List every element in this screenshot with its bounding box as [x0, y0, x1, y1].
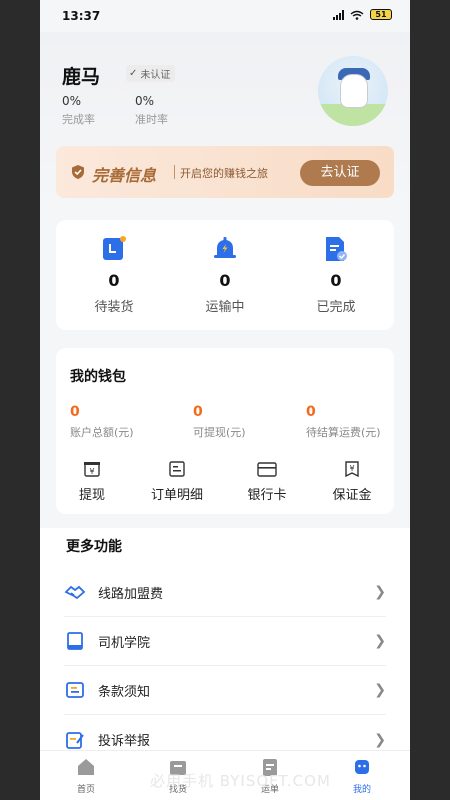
wallet-amount-label: 待结算运费(元): [306, 426, 381, 439]
menu-item-label: 投诉举报: [98, 734, 151, 749]
phone-screen: 13:37 51 鹿马 ✓ 未认证 0% 完成率 0% 准时率 完善信息 开启您…: [40, 0, 410, 800]
wallet-amount-label: 账户总额(元): [70, 426, 134, 439]
stat-label: 准时率: [135, 113, 168, 126]
menu-item-terms[interactable]: 条款须知 ❯: [64, 666, 386, 715]
wallet-action-bank-card[interactable]: 银行卡: [225, 460, 309, 503]
profile-icon: [355, 760, 369, 774]
more-features-title: 更多功能: [66, 539, 122, 555]
order-label: 运输中: [205, 300, 245, 315]
status-icons: 51: [333, 9, 392, 20]
more-features-section: 更多功能 线路加盟费 ❯ 司机学院 ❯ 条款须知 ❯ 投诉举报 ❯: [40, 528, 410, 758]
tab-mine[interactable]: 我的: [332, 757, 392, 795]
order-count: 0: [219, 271, 231, 290]
verify-button[interactable]: 去认证: [300, 160, 380, 186]
deposit-icon: ¥: [345, 461, 359, 478]
stat-ontime: 0% 准时率: [135, 94, 168, 127]
verify-badge[interactable]: ✓ 未认证: [126, 65, 176, 82]
chevron-right-icon: ❯: [374, 633, 386, 649]
avatar[interactable]: [318, 56, 388, 126]
bell-icon: [214, 237, 236, 258]
user-name: 鹿马: [62, 66, 101, 88]
wallet-title: 我的钱包: [70, 369, 126, 385]
order-count: 0: [108, 271, 120, 290]
terms-icon: [66, 682, 84, 698]
menu-item-driver-academy[interactable]: 司机学院 ❯: [64, 617, 386, 666]
order-completed[interactable]: 0 已完成: [280, 234, 392, 315]
home-icon: [78, 759, 94, 775]
wifi-icon: [350, 10, 364, 20]
wallet-card: 我的钱包 0 账户总额(元) 0 可提现(元) 0 待结算运费(元) ¥ 提现: [56, 348, 394, 514]
complete-info-banner: 完善信息 开启您的赚钱之旅 去认证: [56, 146, 394, 198]
pending-load-icon: [103, 236, 126, 260]
stat-label: 完成率: [62, 113, 95, 126]
banner-divider: [174, 165, 175, 179]
wallet-withdrawable[interactable]: 0 可提现(元): [193, 404, 246, 440]
withdraw-icon: ¥: [84, 462, 100, 477]
wallet-action-label: 银行卡: [247, 488, 287, 503]
order-label: 待装货: [94, 300, 134, 315]
wallet-pending-settlement[interactable]: 0 待结算运费(元): [306, 404, 381, 440]
check-icon: ✓: [129, 68, 138, 79]
menu-item-route-fee[interactable]: 线路加盟费 ❯: [64, 568, 386, 617]
stat-value: 0%: [135, 94, 155, 108]
menu-item-label: 线路加盟费: [98, 586, 164, 602]
tab-label: 我的: [352, 785, 371, 795]
wallet-action-withdraw[interactable]: ¥ 提现: [50, 460, 134, 503]
order-count: 0: [330, 271, 342, 290]
order-in-transit[interactable]: 0 运输中: [169, 234, 281, 315]
wallet-amount: 0: [306, 404, 316, 420]
order-status-card: 0 待装货 0 运输中 0 已完成: [56, 220, 394, 330]
tab-home[interactable]: 首页: [56, 757, 116, 795]
svg-text:¥: ¥: [349, 464, 354, 473]
complaint-icon: [66, 731, 84, 749]
book-icon: [67, 632, 83, 650]
menu-item-label: 条款须知: [98, 684, 151, 700]
watermark: 必用手机 BYISOFT.COM: [150, 772, 331, 790]
banner-subtitle: 开启您的赚钱之旅: [180, 167, 268, 180]
tab-label: 首页: [76, 785, 95, 795]
wallet-amount-label: 可提现(元): [193, 426, 246, 439]
wallet-total[interactable]: 0 账户总额(元): [70, 404, 134, 440]
verify-badge-label: 未认证: [140, 70, 171, 81]
order-detail-icon: [169, 461, 185, 477]
signal-icon: [333, 9, 344, 20]
battery-icon: 51: [370, 9, 392, 20]
shield-icon: [72, 165, 84, 179]
chevron-right-icon: ❯: [374, 731, 386, 748]
wallet-action-label: 订单明细: [150, 488, 203, 503]
order-label: 已完成: [316, 300, 356, 315]
wallet-amount: 0: [193, 404, 203, 420]
chevron-right-icon: ❯: [374, 584, 386, 600]
stat-completion: 0% 完成率: [62, 94, 95, 127]
handshake-icon: [64, 585, 86, 600]
stat-value: 0%: [62, 94, 82, 108]
order-pending-load[interactable]: 0 待装货: [58, 234, 170, 315]
wallet-action-label: 保证金: [332, 488, 372, 503]
status-bar: 13:37 51: [40, 0, 410, 32]
wallet-action-order-detail[interactable]: 订单明细: [135, 460, 219, 503]
chevron-right-icon: ❯: [374, 682, 386, 698]
menu-item-label: 司机学院: [98, 635, 151, 651]
bank-card-icon: [257, 462, 277, 477]
wallet-action-label: 提现: [78, 488, 105, 503]
status-time: 13:37: [62, 9, 101, 23]
wallet-action-deposit[interactable]: ¥ 保证金: [310, 460, 394, 503]
banner-title: 完善信息: [92, 166, 157, 185]
svg-text:¥: ¥: [89, 467, 94, 476]
document-check-icon: [326, 237, 347, 261]
wallet-amount: 0: [70, 404, 80, 420]
